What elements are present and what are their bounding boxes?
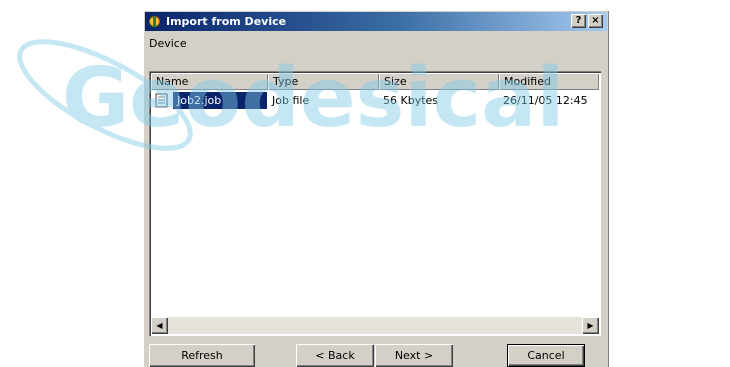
cell-name: Job2.job bbox=[173, 92, 267, 109]
import-dialog: Import from Device ? × Device Name Type … bbox=[143, 10, 609, 367]
column-header-modified[interactable]: Modified bbox=[499, 73, 599, 90]
refresh-button[interactable]: Refresh bbox=[149, 344, 255, 367]
cell-type: Job file bbox=[272, 94, 310, 107]
cancel-button[interactable]: Cancel bbox=[507, 344, 585, 367]
horizontal-scrollbar[interactable]: ◀ ▶ bbox=[151, 317, 599, 334]
help-button[interactable]: ? bbox=[571, 14, 586, 28]
scroll-right-icon[interactable]: ▶ bbox=[582, 317, 599, 334]
column-header-name[interactable]: Name bbox=[151, 73, 268, 90]
back-button[interactable]: < Back bbox=[296, 344, 374, 367]
device-label: Device bbox=[149, 37, 187, 50]
app-icon bbox=[149, 16, 160, 27]
title-bar[interactable]: Import from Device ? × bbox=[145, 12, 607, 31]
table-row[interactable]: Job2.job Job file 56 Kbytes 26/11/05 12:… bbox=[151, 92, 599, 109]
file-icon bbox=[155, 93, 168, 108]
close-button[interactable]: × bbox=[588, 14, 603, 28]
next-button[interactable]: Next > bbox=[375, 344, 453, 367]
column-header-type[interactable]: Type bbox=[268, 73, 379, 90]
cell-size: 56 Kbytes bbox=[383, 94, 439, 107]
scroll-left-icon[interactable]: ◀ bbox=[151, 317, 168, 334]
cell-modified: 26/11/05 12:45 bbox=[503, 94, 588, 107]
file-list[interactable]: Name Type Size Modified Job2.job Job fil… bbox=[149, 71, 601, 336]
column-header-size[interactable]: Size bbox=[379, 73, 499, 90]
window-title: Import from Device bbox=[166, 15, 287, 28]
